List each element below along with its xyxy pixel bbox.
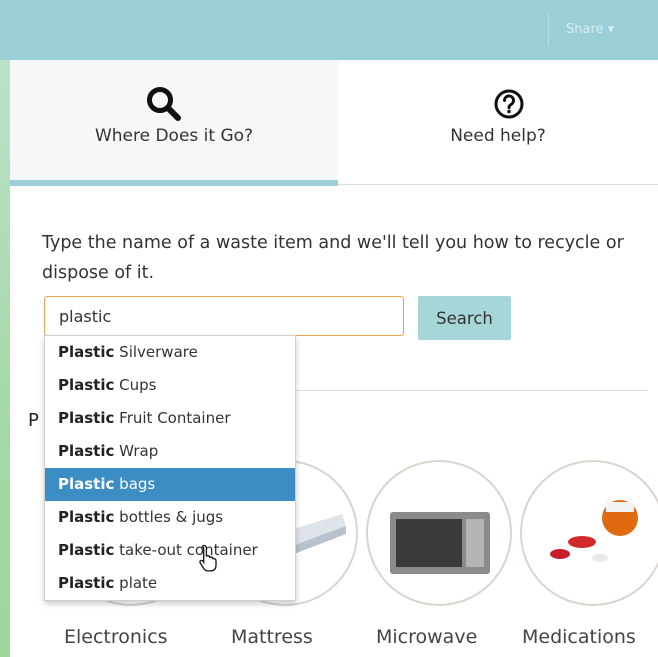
tab-help-label: Need help? — [450, 126, 546, 146]
intro-text: Type the name of a waste item and we'll … — [42, 233, 624, 283]
category-medications-image[interactable] — [520, 460, 658, 606]
search-icon — [147, 87, 181, 121]
autocomplete-item[interactable]: Plastic Wrap — [45, 435, 295, 468]
top-bar-divider — [548, 14, 549, 46]
main-panel: Where Does it Go? Need help? Type the na… — [10, 60, 658, 657]
tab-where-label: Where Does it Go? — [94, 126, 254, 146]
autocomplete-item[interactable]: Plastic plate — [45, 567, 295, 600]
autocomplete-item[interactable]: Plastic Fruit Container — [45, 402, 295, 435]
match-text: Plastic — [58, 409, 115, 427]
autocomplete-item[interactable]: Plastic Cups — [45, 369, 295, 402]
item-rest-text: bottles & jugs — [119, 508, 224, 526]
match-text: Plastic — [58, 475, 115, 493]
search-input[interactable] — [44, 296, 404, 336]
autocomplete-item[interactable]: Plastic Silverware — [45, 336, 295, 369]
medications-icon — [550, 500, 638, 562]
share-button[interactable]: Share ▾ — [566, 22, 614, 37]
autocomplete-dropdown: Plastic Silverware Plastic Cups Plastic … — [44, 335, 296, 601]
item-rest-text: Cups — [119, 376, 157, 394]
hand-pointer-icon — [199, 544, 217, 572]
match-text: Plastic — [58, 442, 115, 460]
item-rest-text: plate — [119, 574, 158, 592]
match-text: Plastic — [58, 541, 115, 559]
question-icon — [494, 89, 524, 119]
category-medications-label[interactable]: Medications — [522, 626, 636, 648]
tab-divider-line — [338, 184, 658, 185]
category-electronics-label[interactable]: Electronics — [64, 626, 168, 648]
popular-items-heading: P — [28, 410, 39, 431]
section-divider — [280, 390, 648, 391]
top-bar: Share ▾ — [0, 0, 658, 60]
item-rest-text: Fruit Container — [119, 409, 231, 427]
item-rest-text: bags — [119, 475, 156, 493]
match-text: Plastic — [58, 508, 115, 526]
item-rest-text: Wrap — [119, 442, 159, 460]
match-text: Plastic — [58, 343, 115, 361]
search-button[interactable]: Search — [418, 296, 511, 340]
category-microwave-label[interactable]: Microwave — [376, 626, 477, 648]
item-rest-text: take-out container — [119, 541, 258, 559]
autocomplete-item[interactable]: Plastic take-out container — [45, 534, 295, 567]
category-microwave-image[interactable] — [366, 460, 512, 606]
active-tab-indicator — [10, 180, 338, 186]
match-text: Plastic — [58, 574, 115, 592]
match-text: Plastic — [58, 376, 115, 394]
microwave-icon — [390, 512, 490, 574]
tab-need-help[interactable]: Need help? — [338, 60, 658, 184]
item-rest-text: Silverware — [119, 343, 198, 361]
autocomplete-item[interactable]: Plastic bottles & jugs — [45, 501, 295, 534]
category-mattress-label[interactable]: Mattress — [231, 626, 313, 648]
autocomplete-item-active[interactable]: Plastic bags — [45, 468, 295, 501]
